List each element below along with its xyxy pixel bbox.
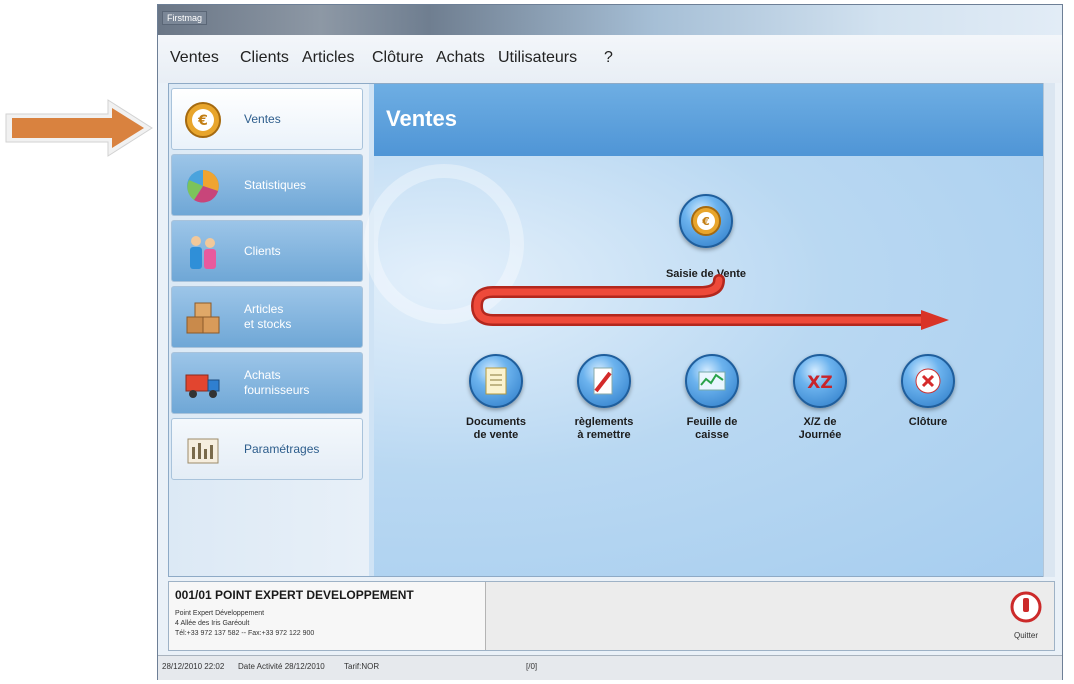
sidebar-item-label: Articles et stocks bbox=[244, 302, 292, 331]
sidebar-item-parametrages[interactable]: Paramétrages bbox=[171, 418, 363, 480]
status-datetime: 28/12/2010 22:02 bbox=[162, 662, 225, 671]
sidebar-item-label: Statistiques bbox=[244, 177, 307, 192]
feuille-caisse-label: Feuille de caisse bbox=[686, 416, 738, 441]
pen-icon bbox=[593, 367, 613, 395]
chart-sheet-icon bbox=[698, 371, 726, 391]
documents-vente-label: Documents de vente bbox=[466, 416, 526, 441]
company-line: Tél:+33 972 137 582 -- Fax:+33 972 122 9… bbox=[175, 630, 315, 637]
xz-icon: XZ bbox=[807, 373, 832, 393]
saisie-vente-button[interactable]: € bbox=[679, 194, 733, 248]
sidebar: € Ventes Statistiques Clients Articles e… bbox=[169, 84, 369, 576]
menu-help[interactable]: ? bbox=[604, 49, 613, 67]
window-title: Firstmag bbox=[162, 11, 208, 25]
main-header: Ventes bbox=[374, 84, 1054, 156]
cloture-button[interactable] bbox=[901, 354, 955, 408]
menu-utilisateurs[interactable]: Utilisateurs bbox=[498, 49, 577, 67]
pie-chart-icon bbox=[187, 170, 219, 203]
menu-cloture[interactable]: Clôture bbox=[372, 49, 424, 67]
menu-articles[interactable]: Articles bbox=[302, 49, 354, 67]
flow-arrow-icon bbox=[470, 274, 949, 330]
document-icon bbox=[485, 367, 507, 395]
settings-icon bbox=[187, 438, 219, 464]
sidebar-item-ventes[interactable]: € Ventes bbox=[171, 88, 363, 150]
main-panel: Ventes € Saisie de Vente Documents de ve… bbox=[364, 84, 1054, 576]
status-extra: [/0] bbox=[526, 662, 538, 671]
sidebar-item-achats[interactable]: Achats fournisseurs bbox=[171, 352, 363, 414]
feuille-caisse-button[interactable] bbox=[685, 354, 739, 408]
sidebar-item-clients[interactable]: Clients bbox=[171, 220, 363, 282]
xz-journee-label: X/Z de Journée bbox=[798, 416, 842, 441]
sidebar-item-label: Achats fournisseurs bbox=[244, 368, 310, 397]
euro-coin-icon: € bbox=[691, 206, 721, 236]
menu-bar: Ventes Clients Articles Clôture Achats U… bbox=[158, 35, 1062, 83]
people-icon bbox=[190, 236, 216, 269]
sidebar-item-label: Clients bbox=[244, 243, 281, 258]
vertical-scrollbar[interactable] bbox=[1043, 83, 1055, 577]
page-title: Ventes bbox=[386, 106, 457, 131]
xz-journee-button[interactable]: XZ bbox=[793, 354, 847, 408]
sidebar-item-label: Paramétrages bbox=[244, 441, 320, 456]
menu-ventes[interactable]: Ventes bbox=[170, 49, 219, 67]
close-x-icon bbox=[915, 368, 941, 394]
highlight-arrow-right-icon bbox=[5, 99, 153, 157]
svg-text:€: € bbox=[701, 215, 710, 228]
svg-text:€: € bbox=[197, 113, 208, 129]
status-tarif: Tarif:NOR bbox=[344, 662, 380, 671]
status-bar: 28/12/2010 22:02 Date Activité 28/12/201… bbox=[158, 655, 1062, 680]
footer-panel: 001/01 POINT EXPERT DEVELOPPEMENT Point … bbox=[168, 581, 1055, 651]
content-area: € Ventes Statistiques Clients Articles e… bbox=[168, 83, 1055, 577]
company-info: 001/01 POINT EXPERT DEVELOPPEMENT Point … bbox=[169, 582, 486, 650]
quit-label: Quitter bbox=[1013, 631, 1038, 640]
boxes-icon bbox=[186, 302, 220, 334]
company-line: 4 Allée des Iris Garéoult bbox=[175, 620, 250, 627]
status-activity: Date Activité 28/12/2010 bbox=[238, 662, 325, 671]
sidebar-item-articles[interactable]: Articles et stocks bbox=[171, 286, 363, 348]
title-bar: Firstmag bbox=[158, 5, 1062, 35]
reglements-button[interactable] bbox=[577, 354, 631, 408]
company-line: Point Expert Développement bbox=[175, 610, 265, 617]
app-window: Firstmag Ventes Clients Articles Clôture… bbox=[157, 4, 1063, 680]
cloture-label: Clôture bbox=[908, 416, 948, 428]
power-icon bbox=[1010, 591, 1042, 623]
menu-clients[interactable]: Clients bbox=[240, 49, 289, 67]
truck-icon bbox=[185, 374, 220, 398]
euro-coin-icon: € bbox=[185, 102, 221, 138]
svg-text:XZ: XZ bbox=[807, 373, 832, 393]
quit-button[interactable]: Quitter bbox=[1006, 590, 1046, 644]
menu-achats[interactable]: Achats bbox=[436, 49, 485, 67]
sidebar-item-statistiques[interactable]: Statistiques bbox=[171, 154, 363, 216]
reglements-label: règlements à remettre bbox=[574, 416, 634, 441]
company-name: 001/01 POINT EXPERT DEVELOPPEMENT bbox=[175, 588, 414, 602]
sidebar-item-label: Ventes bbox=[244, 111, 281, 126]
documents-vente-button[interactable] bbox=[469, 354, 523, 408]
